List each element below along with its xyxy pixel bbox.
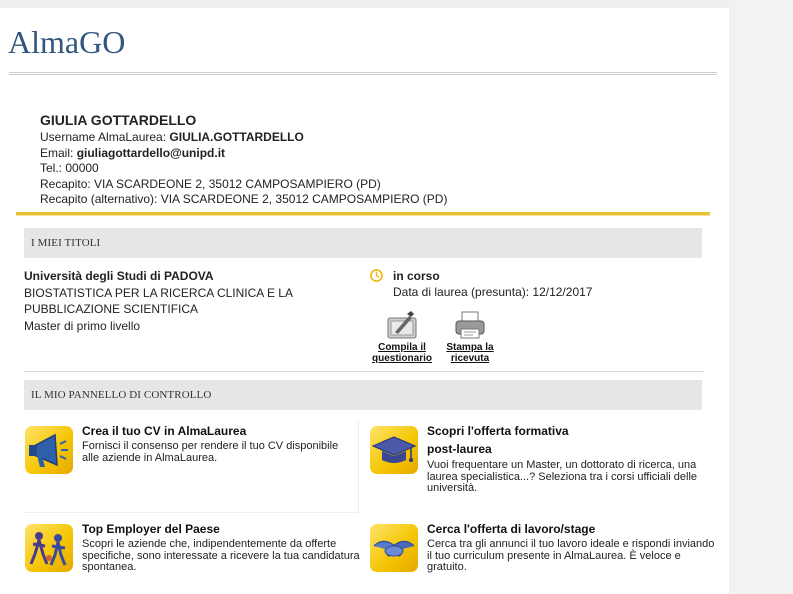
card-training-offer[interactable]: Scopri l'offerta formativa post-laurea V…: [370, 425, 710, 506]
titles-divider: [24, 371, 704, 372]
card-top-employer[interactable]: Top Employer del Paese Scopri le aziende…: [25, 523, 360, 584]
user-name: GIULIA GOTTARDELLO: [40, 112, 197, 128]
course-level: Master di primo livello: [24, 318, 141, 333]
card-title[interactable]: Scopri l'offerta formativa: [427, 425, 569, 438]
graduation-date: Data di laurea (presunta): 12/12/2017: [393, 285, 593, 299]
profile-divider: [16, 212, 710, 216]
card-title[interactable]: Top Employer del Paese: [82, 523, 220, 536]
card-title[interactable]: Cerca l'offerta di lavoro/stage: [427, 523, 595, 536]
print-label-2[interactable]: ricevuta: [451, 353, 489, 364]
card-description: Scopri le aziende che, indipendentemente…: [82, 538, 360, 573]
email-value: giuliagottardello@unipd.it: [76, 145, 226, 160]
email-row: Email: giuliagottardello@unipd.it: [40, 145, 226, 160]
people-icon: [25, 524, 73, 572]
card-subtitle[interactable]: post-laurea: [427, 443, 492, 456]
profile-info: GIULIA GOTTARDELLO Username AlmaLaurea: …: [40, 111, 447, 208]
card-title[interactable]: Crea il tuo CV in AlmaLaurea: [82, 425, 246, 438]
fill-questionnaire-button[interactable]: Compila il questionario: [367, 310, 437, 364]
card-create-cv[interactable]: Crea il tuo CV in AlmaLaurea Fornisci il…: [25, 425, 357, 511]
questionnaire-icon: [387, 311, 417, 339]
handshake-icon: [370, 524, 418, 572]
section-header-panel: IL MIO PANNELLO DI CONTROLLO: [24, 380, 702, 410]
section-header-titles: I MIEI TITOLI: [24, 228, 702, 258]
username-row: Username AlmaLaurea: GIULIA.GOTTARDELLO: [40, 130, 304, 144]
course-name: BIOSTATISTICA PER LA RICERCA CLINICA E L…: [24, 285, 293, 317]
questionnaire-label-1[interactable]: Compila il: [378, 342, 426, 353]
clock-icon: [370, 269, 383, 282]
megaphone-icon: [25, 426, 73, 474]
address-alt-row: Recapito (alternativo): VIA SCARDEONE 2,…: [40, 192, 448, 207]
card-job-offer[interactable]: Cerca l'offerta di lavoro/stage Cerca tr…: [370, 523, 714, 584]
status-label: in corso: [393, 269, 440, 283]
print-receipt-button[interactable]: Stampa la ricevuta: [438, 310, 502, 364]
right-margin: [729, 0, 793, 594]
graduation-cap-icon: [370, 426, 418, 474]
card-description: Cerca tra gli annunci il tuo lavoro idea…: [427, 538, 715, 573]
university-name: Università degli Studi di PADOVA: [24, 269, 214, 283]
almago-logo[interactable]: AlmaGO: [8, 24, 125, 61]
card-description: Vuoi frequentare un Master, un dottorato…: [427, 459, 698, 494]
tel-row: Tel.: 00000: [40, 161, 99, 176]
username-value: GIULIA.GOTTARDELLO: [169, 130, 304, 144]
address-row: Recapito: VIA SCARDEONE 2, 35012 CAMPOSA…: [40, 176, 381, 191]
printer-icon: [455, 311, 485, 339]
degree-info: Università degli Studi di PADOVA BIOSTAT…: [24, 268, 334, 334]
print-label-1[interactable]: Stampa la: [446, 342, 493, 353]
card-description: Fornisci il consenso per rendere il tuo …: [82, 440, 339, 464]
header-divider: [9, 72, 717, 75]
questionnaire-label-2[interactable]: questionario: [372, 353, 432, 364]
